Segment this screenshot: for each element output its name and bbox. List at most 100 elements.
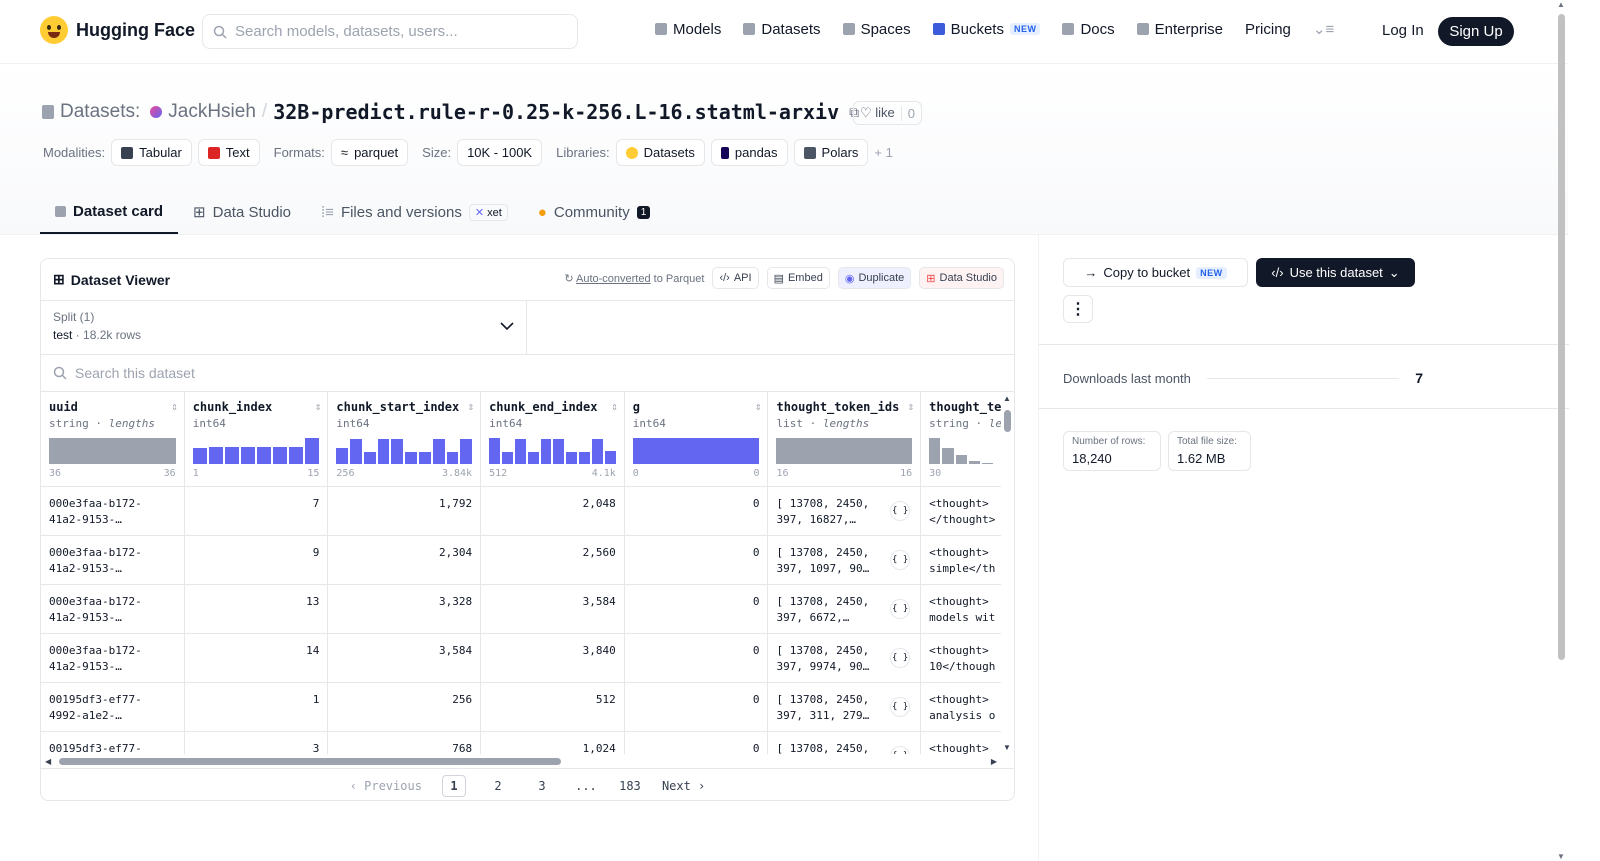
- page-1[interactable]: 1: [441, 774, 466, 797]
- nav-pricing[interactable]: Pricing: [1245, 21, 1291, 38]
- like-button[interactable]: ♡ like 0: [853, 101, 923, 125]
- cell-g[interactable]: 0: [625, 634, 769, 682]
- tab-dataset-card[interactable]: Dataset card: [40, 190, 179, 234]
- cell-uuid[interactable]: 000e3faa-b172- 41a2-9153-…: [41, 536, 185, 584]
- table-row[interactable]: 000e3faa-b172- 41a2-9153-… 14 3,584 3,840 0[ …: [41, 634, 1001, 683]
- cell-chunk-index[interactable]: 14: [185, 634, 329, 682]
- owner-link[interactable]: JackHsieh: [168, 101, 256, 123]
- cell-uuid[interactable]: 000e3faa-b172- 41a2-9153-…: [41, 585, 185, 633]
- nav-docs[interactable]: Docs: [1062, 21, 1115, 38]
- json-view-icon[interactable]: { }: [890, 599, 911, 619]
- prev-page-button[interactable]: ‹ Previous: [350, 779, 422, 793]
- cell-uuid[interactable]: 000e3faa-b172- 41a2-9153-…: [41, 487, 185, 535]
- cell-chunk-end[interactable]: 3,584: [481, 585, 625, 633]
- page-2[interactable]: 2: [486, 775, 510, 797]
- split-selector[interactable]: Split (1) test · 18.2k rows: [41, 300, 527, 355]
- cell-g[interactable]: 0: [625, 487, 769, 535]
- cell-chunk-end[interactable]: 512: [481, 683, 625, 731]
- dataset-search-input[interactable]: Search this dataset: [41, 355, 1014, 392]
- json-view-icon[interactable]: { }: [890, 697, 911, 717]
- column-header-uuid[interactable]: uuid string · lengths 36 36 ⇕: [41, 392, 185, 486]
- tab-files[interactable]: ⁞≡ Files and versions ✕ xet: [306, 190, 523, 234]
- cell-chunk-index[interactable]: 1: [185, 683, 329, 731]
- table-row[interactable]: 00195df3-ef77- 4992-a1e2-… 1 256 512 0[ 13708…: [41, 683, 1001, 732]
- vertical-scrollbar[interactable]: ▲ ▼: [1001, 392, 1014, 754]
- embed-button[interactable]: ▤ Embed: [766, 267, 830, 289]
- nav-models[interactable]: Models: [655, 21, 721, 38]
- page-scrollbar[interactable]: ▲ ▼: [1554, 0, 1568, 861]
- cell-thought-text[interactable]: <thought> 10</though: [921, 634, 1001, 682]
- api-button[interactable]: ‹/› API: [712, 267, 759, 289]
- page-3[interactable]: 3: [530, 775, 554, 797]
- library-datasets[interactable]: Datasets: [615, 139, 705, 166]
- nav-datasets[interactable]: Datasets: [743, 21, 821, 38]
- library-pandas[interactable]: pandas: [710, 139, 788, 166]
- json-view-icon[interactable]: { }: [890, 550, 911, 570]
- cell-thought-text[interactable]: <thought> models wit: [921, 585, 1001, 633]
- more-options-button[interactable]: ⋮: [1063, 295, 1093, 323]
- cell-chunk-start[interactable]: 1,792: [328, 487, 482, 535]
- global-search-input[interactable]: Search models, datasets, users...: [202, 14, 578, 49]
- brand-logo[interactable]: Hugging Face: [40, 16, 195, 44]
- cell-chunk-end[interactable]: 1,024: [481, 732, 625, 754]
- cell-chunk-index[interactable]: 9: [185, 536, 329, 584]
- more-libraries[interactable]: + 1: [874, 145, 892, 160]
- column-header-chunk-end-index[interactable]: chunk_end_index int64 512 4.1k ⇕: [481, 392, 625, 486]
- cell-chunk-start[interactable]: 3,328: [328, 585, 482, 633]
- cell-chunk-index[interactable]: 7: [185, 487, 329, 535]
- data-studio-button[interactable]: ⊞ Data Studio: [919, 267, 1004, 289]
- json-view-icon[interactable]: { }: [890, 746, 911, 754]
- column-header-thought-text[interactable]: thought_te string · le 30: [921, 392, 1001, 486]
- cell-chunk-end[interactable]: 2,048: [481, 487, 625, 535]
- cell-uuid[interactable]: 00195df3-ef77-: [41, 732, 185, 754]
- cell-uuid[interactable]: 000e3faa-b172- 41a2-9153-…: [41, 634, 185, 682]
- library-polars[interactable]: Polars: [793, 139, 869, 166]
- signup-button[interactable]: Sign Up: [1438, 17, 1514, 46]
- cell-g[interactable]: 0: [625, 732, 769, 754]
- tab-community[interactable]: ● Community 1: [523, 190, 665, 234]
- table-row[interactable]: 000e3faa-b172- 41a2-9153-… 9 2,304 2,560 0[ 1…: [41, 536, 1001, 585]
- cell-chunk-start[interactable]: 256: [328, 683, 482, 731]
- table-row[interactable]: 000e3faa-b172- 41a2-9153-… 13 3,328 3,584 0[ …: [41, 585, 1001, 634]
- table-row[interactable]: 00195df3-ef77-37681,0240[ 13708, 2450,{ …: [41, 732, 1001, 754]
- cell-chunk-end[interactable]: 3,840: [481, 634, 625, 682]
- column-header-chunk-start-index[interactable]: chunk_start_index int64 256 3.84k ⇕: [328, 392, 482, 486]
- login-link[interactable]: Log In: [1382, 22, 1424, 39]
- size-badge[interactable]: 10K - 100K: [457, 139, 543, 166]
- cell-thought-token-ids[interactable]: [ 13708, 2450, 397, 6672,…{ }: [768, 585, 922, 633]
- cell-thought-token-ids[interactable]: [ 13708, 2450, 397, 16827,…{ }: [768, 487, 922, 535]
- copy-to-bucket-button[interactable]: → Copy to bucket NEW: [1063, 258, 1248, 287]
- table-row[interactable]: 000e3faa-b172- 41a2-9153-… 7 1,792 2,048 0[ 1…: [41, 487, 1001, 536]
- cell-thought-token-ids[interactable]: [ 13708, 2450, 397, 9974, 90…{ }: [768, 634, 922, 682]
- cell-chunk-end[interactable]: 2,560: [481, 536, 625, 584]
- cell-chunk-start[interactable]: 768: [328, 732, 482, 754]
- cell-thought-text[interactable]: <thought> simple</th: [921, 536, 1001, 584]
- cell-thought-text[interactable]: <thought>: [921, 732, 1001, 754]
- nav-enterprise[interactable]: Enterprise: [1136, 21, 1223, 38]
- cell-chunk-index[interactable]: 3: [185, 732, 329, 754]
- nav-spaces[interactable]: Spaces: [842, 21, 911, 38]
- page-183[interactable]: 183: [618, 775, 642, 797]
- format-parquet[interactable]: ≈ parquet: [330, 139, 409, 166]
- cell-thought-token-ids[interactable]: [ 13708, 2450, 397, 311, 279…{ }: [768, 683, 922, 731]
- json-view-icon[interactable]: { }: [890, 648, 911, 668]
- column-header-g[interactable]: g int64 00 ⇕: [625, 392, 769, 486]
- modality-text[interactable]: Text: [197, 139, 260, 166]
- cell-g[interactable]: 0: [625, 683, 769, 731]
- cell-g[interactable]: 0: [625, 536, 769, 584]
- cell-thought-text[interactable]: <thought> analysis o: [921, 683, 1001, 731]
- next-page-button[interactable]: Next ›: [662, 779, 705, 793]
- column-header-chunk-index[interactable]: chunk_index int64 1 15 ⇕: [185, 392, 329, 486]
- cell-g[interactable]: 0: [625, 585, 769, 633]
- cell-chunk-start[interactable]: 2,304: [328, 536, 482, 584]
- horizontal-scrollbar[interactable]: ◀ ▶: [41, 754, 1001, 768]
- use-dataset-button[interactable]: ‹/› Use this dataset ⌄: [1256, 258, 1415, 287]
- nav-buckets[interactable]: Buckets NEW: [932, 21, 1041, 38]
- cell-thought-text[interactable]: <thought> </thought>: [921, 487, 1001, 535]
- column-header-thought-token-ids[interactable]: thought_token_ids list · lengths 16 16 ⇕: [768, 392, 922, 486]
- cell-thought-token-ids[interactable]: [ 13708, 2450, 397, 1097, 90…{ }: [768, 536, 922, 584]
- cell-chunk-start[interactable]: 3,584: [328, 634, 482, 682]
- duplicate-button[interactable]: ◉ Duplicate: [837, 267, 912, 289]
- cell-thought-token-ids[interactable]: [ 13708, 2450,{ }: [768, 732, 922, 754]
- tab-data-studio[interactable]: ⊞ Data Studio: [178, 190, 306, 234]
